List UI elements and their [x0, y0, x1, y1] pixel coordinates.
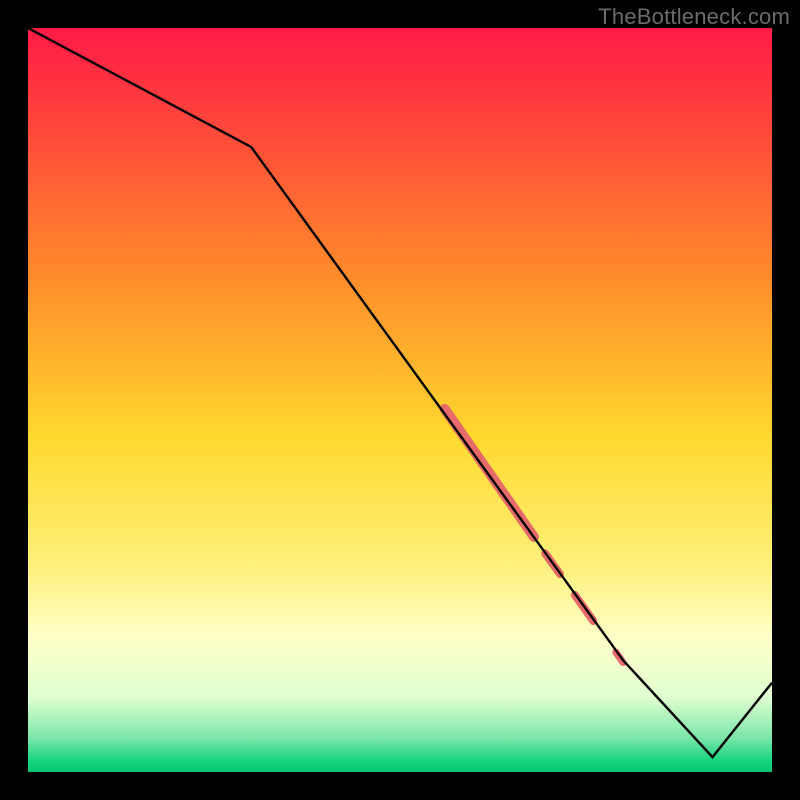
- plot-area: [28, 28, 772, 772]
- gradient-background: [28, 28, 772, 772]
- chart-svg: [28, 28, 772, 772]
- watermark-text: TheBottleneck.com: [598, 4, 790, 30]
- outer-frame: TheBottleneck.com: [0, 0, 800, 800]
